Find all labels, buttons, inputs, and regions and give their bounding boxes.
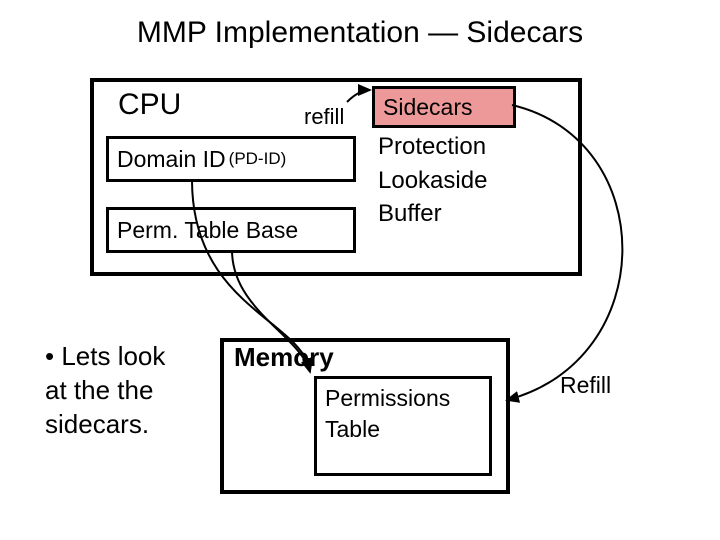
slide-title: MMP Implementation — Sidecars — [0, 16, 720, 50]
perm-table-line-2: Table — [325, 414, 489, 445]
memory-label: Memory — [234, 342, 334, 373]
domain-id-box: Domain ID (PD-ID) — [106, 136, 356, 182]
sidecars-box: Sidecars — [372, 86, 516, 128]
bullet-line-3: sidecars. — [45, 408, 165, 442]
bullet-line-2: at the the — [45, 374, 165, 408]
sidecars-label: Sidecars — [383, 94, 472, 121]
plb-line-2: Lookaside — [378, 164, 487, 198]
bullet-text: • Lets look at the the sidecars. — [45, 340, 165, 441]
domain-id-sub: (PD-ID) — [229, 149, 287, 169]
bullet-line-1: • Lets look — [45, 340, 165, 374]
plb-line-3: Buffer — [378, 197, 487, 231]
refill-right-label: Refill — [560, 372, 611, 399]
memory-block: Memory Permissions Table — [220, 338, 510, 494]
plb-text: Protection Lookaside Buffer — [378, 130, 487, 231]
permissions-table-box: Permissions Table — [314, 376, 492, 476]
perm-table-base-box: Perm. Table Base — [106, 207, 356, 253]
refill-arrow-label: refill — [304, 104, 344, 130]
cpu-block: CPU refill Domain ID (PD-ID) Perm. Table… — [90, 78, 582, 276]
domain-id-text: Domain ID — [117, 146, 226, 173]
perm-table-base-text: Perm. Table Base — [117, 217, 298, 244]
plb-line-1: Protection — [378, 130, 487, 164]
cpu-label: CPU — [118, 88, 181, 122]
perm-table-line-1: Permissions — [325, 383, 489, 414]
